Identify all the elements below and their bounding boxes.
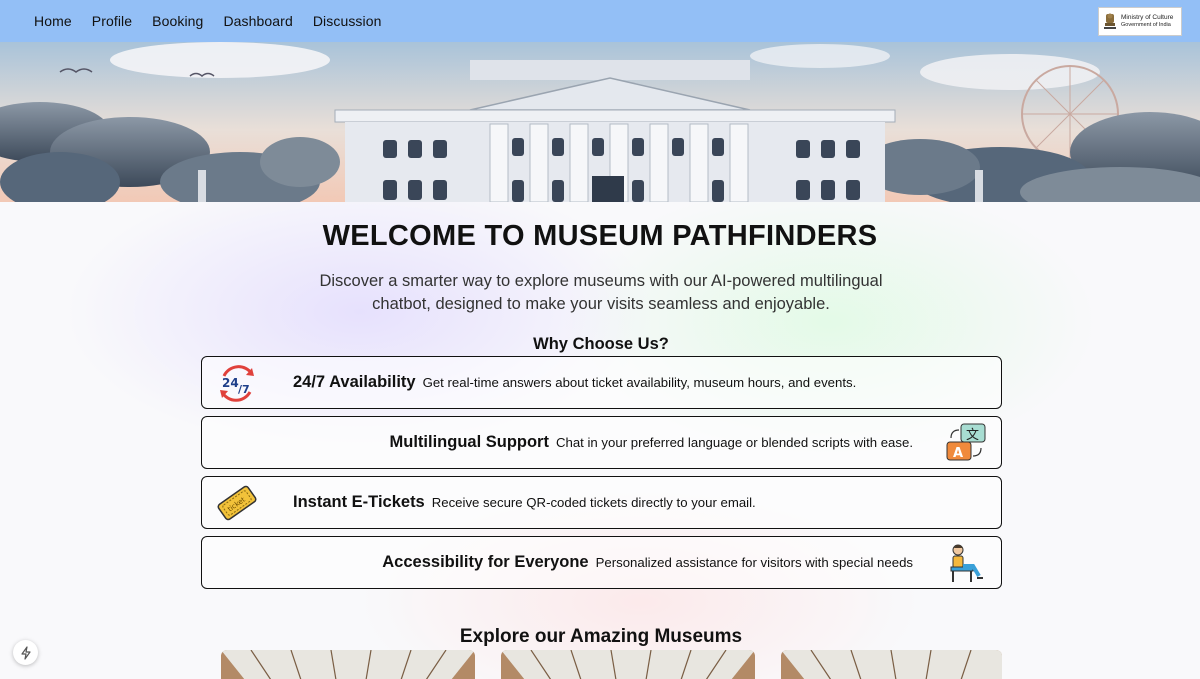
feature-description: Receive secure QR-coded tickets directly… [431, 495, 756, 510]
24-7-icon: 24 /7 [220, 364, 254, 402]
nav-profile[interactable]: Profile [92, 13, 132, 29]
navbar: Home Profile Booking Dashboard Discussio… [0, 0, 1200, 42]
feature-description: Chat in your preferred language or blend… [555, 435, 913, 450]
nav-dashboard[interactable]: Dashboard [223, 13, 292, 29]
museum-image [781, 650, 1002, 679]
tagline: Discover a smarter way to explore museum… [319, 272, 883, 313]
svg-text:A: A [953, 446, 963, 461]
lightning-icon [20, 645, 31, 660]
feature-title: Instant E-Tickets [293, 493, 425, 511]
explore-museums-heading: Explore our Amazing Museums [459, 626, 743, 647]
nav-discussion[interactable]: Discussion [313, 13, 382, 29]
museum-card[interactable] [221, 650, 475, 679]
feature-card-multilingual: Multilingual Support Chat in your prefer… [201, 416, 1002, 469]
svg-text:24: 24 [222, 376, 239, 390]
feature-card-availability: 24 /7 24/7 Availability Get real-time an… [201, 356, 1002, 409]
feature-title: Accessibility for Everyone [382, 553, 589, 571]
nav-home[interactable]: Home [34, 13, 72, 29]
hero-banner [0, 42, 1200, 202]
accessibility-icon [950, 544, 983, 582]
museum-card[interactable] [501, 650, 755, 679]
museum-image [501, 650, 755, 679]
feature-card-accessibility: Accessibility for Everyone Personalized … [201, 536, 1002, 589]
nav-booking[interactable]: Booking [152, 13, 203, 29]
svg-text:/7: /7 [238, 383, 250, 396]
translate-icon: 文 A [946, 423, 986, 461]
museum-image [221, 650, 475, 679]
feature-description: Personalized assistance for visitors wit… [595, 555, 913, 570]
page-title: WELCOME TO MUSEUM PATHFINDERS [322, 220, 878, 252]
devtools-button[interactable] [13, 640, 38, 665]
ministry-logo-text: Ministry of Culture Government of India [1121, 14, 1173, 28]
feature-card-e-tickets: ticket Instant E-Tickets Receive secure … [201, 476, 1002, 529]
ministry-logo-line2: Government of India [1121, 21, 1171, 28]
feature-description: Get real-time answers about ticket avail… [422, 375, 857, 390]
emblem-icon [1104, 13, 1116, 29]
ministry-logo[interactable]: Ministry of Culture Government of India [1098, 7, 1182, 36]
feature-title: Multilingual Support [389, 433, 549, 451]
feature-title: 24/7 Availability [293, 373, 416, 391]
main-content: WELCOME TO MUSEUM PATHFINDERS Discover a… [0, 202, 1200, 679]
why-choose-us-heading: Why Choose Us? [533, 335, 669, 353]
ticket-icon: ticket [217, 485, 257, 520]
museum-building-illustration [0, 42, 1200, 202]
svg-text:文: 文 [966, 428, 979, 443]
museum-card[interactable] [781, 650, 1002, 679]
